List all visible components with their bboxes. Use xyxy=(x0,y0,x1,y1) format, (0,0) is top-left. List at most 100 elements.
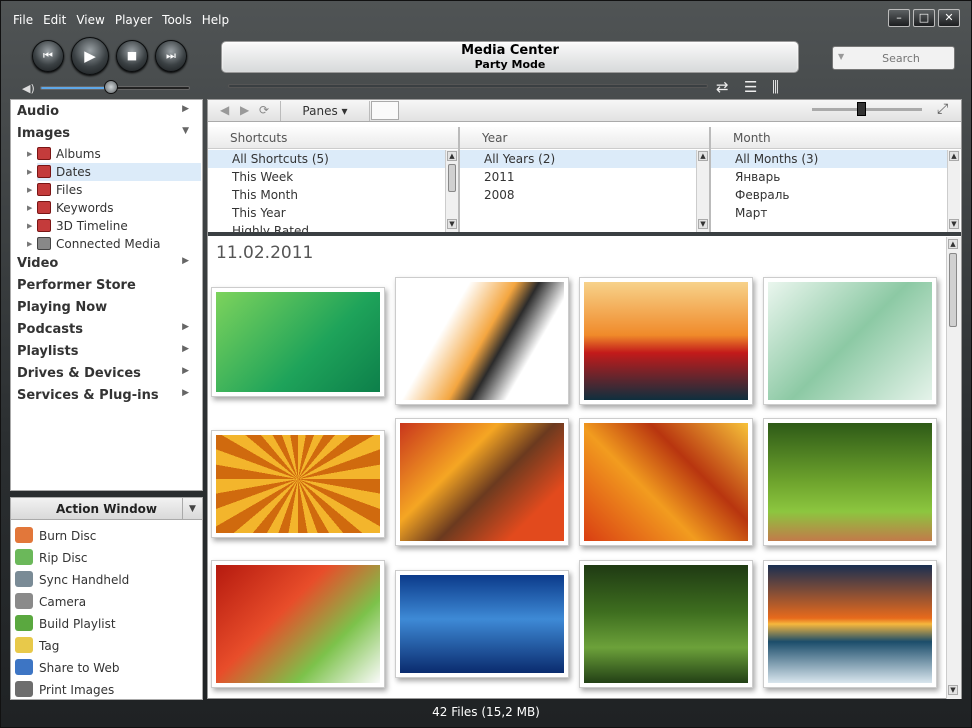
expand-arrow-icon[interactable]: ▶ xyxy=(182,344,189,354)
expand-triangle-icon[interactable]: ▶ xyxy=(27,145,32,163)
pane-header-year[interactable]: Year xyxy=(460,127,710,149)
thumbnail-red-flower[interactable] xyxy=(579,277,753,405)
sidebar-item-files[interactable]: ▶ Files xyxy=(27,181,201,199)
pane-header-shortcuts[interactable]: Shortcuts xyxy=(208,127,459,149)
menu-edit[interactable]: Edit xyxy=(38,10,71,30)
refresh-icon[interactable]: ⟳ xyxy=(259,103,269,117)
list-item[interactable]: Февраль xyxy=(711,186,947,204)
scroll-down-icon[interactable]: ▼ xyxy=(948,685,958,695)
back-arrow-icon[interactable]: ◀ xyxy=(220,103,229,117)
pane-header-month[interactable]: Month xyxy=(711,127,961,149)
speaker-icon[interactable]: ◀) xyxy=(22,82,35,95)
pane-splitter[interactable] xyxy=(208,232,961,236)
thumbnail-sunset-sea[interactable] xyxy=(763,560,937,688)
action-burn-disc[interactable]: Burn Disc xyxy=(15,527,96,545)
expand-arrow-icon[interactable]: ▶ xyxy=(182,256,189,266)
action-share-to-web[interactable]: Share to Web xyxy=(15,659,119,677)
scroll-down-icon[interactable]: ▼ xyxy=(447,219,457,229)
fullscreen-icon[interactable]: ⤢ xyxy=(937,101,948,117)
scroll-up-icon[interactable]: ▲ xyxy=(698,151,708,161)
action-sync-handheld[interactable]: Sync Handheld xyxy=(15,571,129,589)
year-scrollbar[interactable]: ▲ ▼ xyxy=(696,150,709,232)
sidebar-item-drives-devices[interactable]: Drives & Devices ▶ xyxy=(17,366,197,381)
panes-button[interactable]: Panes ▾ xyxy=(280,101,370,121)
sidebar-item-images[interactable]: Images ▼ xyxy=(17,126,197,141)
month-scrollbar[interactable]: ▲ ▼ xyxy=(947,150,960,232)
action-camera[interactable]: Camera xyxy=(15,593,86,611)
list-item[interactable]: All Months (3) xyxy=(711,150,947,168)
sidebar-item-playlists[interactable]: Playlists ▶ xyxy=(17,344,197,359)
search-dropdown-icon[interactable]: ▼ xyxy=(838,52,844,61)
sidebar-item-playing-now[interactable]: Playing Now xyxy=(17,300,197,315)
list-item[interactable]: All Years (2) xyxy=(460,150,696,168)
search-input[interactable] xyxy=(851,50,951,66)
play-button[interactable]: ▶ xyxy=(71,37,109,75)
sidebar-item-albums[interactable]: ▶ Albums xyxy=(27,145,201,163)
sidebar-item-services-plugins[interactable]: Services & Plug-ins ▶ xyxy=(17,388,197,403)
thumbnail-red-maple-branch[interactable] xyxy=(211,560,385,688)
action-print-images[interactable]: Print Images xyxy=(15,681,114,699)
expand-arrow-icon[interactable]: ▶ xyxy=(182,388,189,398)
scroll-down-icon[interactable]: ▼ xyxy=(698,219,708,229)
expand-triangle-icon[interactable]: ▶ xyxy=(27,163,32,181)
scroll-up-icon[interactable]: ▲ xyxy=(447,151,457,161)
expand-triangle-icon[interactable]: ▶ xyxy=(27,217,32,235)
thumbnail-maple-leaves[interactable] xyxy=(579,418,753,546)
thumbnail-blue-lines[interactable] xyxy=(395,570,569,678)
sidebar-item-video[interactable]: Video ▶ xyxy=(17,256,197,271)
scroll-up-icon[interactable]: ▲ xyxy=(949,151,959,161)
minimize-button[interactable]: – xyxy=(888,9,910,27)
menu-tools[interactable]: Tools xyxy=(157,10,197,30)
expand-arrow-icon[interactable]: ▶ xyxy=(182,104,189,114)
list-item[interactable]: This Month xyxy=(208,186,445,204)
shortcuts-scrollbar[interactable]: ▲ ▼ xyxy=(445,150,458,232)
list-item[interactable]: Март xyxy=(711,204,947,222)
sidebar-item-audio[interactable]: Audio ▶ xyxy=(17,104,197,119)
forward-arrow-icon[interactable]: ▶ xyxy=(240,103,249,117)
grid-scrollbar[interactable]: ▲ ▼ xyxy=(946,237,961,699)
action-build-playlist[interactable]: Build Playlist xyxy=(15,615,116,633)
thumbnail-mossy-tree[interactable] xyxy=(579,560,753,688)
sidebar-item-performer-store[interactable]: Performer Store xyxy=(17,278,197,293)
chevron-down-icon[interactable]: ▼ xyxy=(182,498,202,520)
next-track-button[interactable]: ⏭ xyxy=(155,40,187,72)
thumbnail-autumn-leaves-cones[interactable] xyxy=(395,418,569,546)
expand-arrow-icon[interactable]: ▶ xyxy=(182,366,189,376)
list-item[interactable]: This Year xyxy=(208,204,445,222)
sidebar-item-dates[interactable]: ▶ Dates xyxy=(27,163,201,181)
list-item[interactable]: 2011 xyxy=(460,168,696,186)
thumbnail-tree-avenue[interactable] xyxy=(763,418,937,546)
seek-bar[interactable] xyxy=(228,84,708,88)
sidebar-item-podcasts[interactable]: Podcasts ▶ xyxy=(17,322,197,337)
thumbnail-green-waves[interactable] xyxy=(763,277,937,405)
repeat-icon[interactable]: ⇄ xyxy=(716,78,729,96)
volume-knob[interactable] xyxy=(104,80,118,94)
thumbnail-size-knob[interactable] xyxy=(857,102,866,116)
scroll-up-icon[interactable]: ▲ xyxy=(948,239,958,249)
list-item[interactable]: Январь xyxy=(711,168,947,186)
menu-player[interactable]: Player xyxy=(110,10,157,30)
list-item[interactable]: This Week xyxy=(208,168,445,186)
list-item[interactable]: Highly Rated xyxy=(208,222,445,232)
expand-triangle-icon[interactable]: ▶ xyxy=(27,199,32,217)
close-button[interactable]: ✕ xyxy=(938,9,960,27)
thumbnail-green-cartoon[interactable] xyxy=(211,287,385,397)
sidebar-item-3d-timeline[interactable]: ▶ 3D Timeline xyxy=(27,217,201,235)
expand-triangle-icon[interactable]: ▶ xyxy=(27,181,32,199)
stop-button[interactable]: ■ xyxy=(116,40,148,72)
equalizer-icon[interactable]: ⫼ xyxy=(772,78,779,96)
thumbnail-abstract-ink[interactable] xyxy=(395,277,569,405)
scroll-thumb[interactable] xyxy=(448,164,456,192)
list-item[interactable]: All Shortcuts (5) xyxy=(208,150,445,168)
menu-file[interactable]: File xyxy=(8,10,38,30)
thumbnail-size-slider[interactable] xyxy=(812,108,922,111)
search-box[interactable]: ▼ xyxy=(832,46,955,70)
maximize-button[interactable]: □ xyxy=(913,9,935,27)
expand-triangle-icon[interactable]: ▶ xyxy=(27,235,32,253)
menu-view[interactable]: View xyxy=(71,10,109,30)
scroll-down-icon[interactable]: ▼ xyxy=(949,219,959,229)
previous-track-button[interactable]: ⏮ xyxy=(32,40,64,72)
view-tab[interactable] xyxy=(371,101,399,120)
menu-help[interactable]: Help xyxy=(197,10,234,30)
thumbnail-orange-sunburst[interactable] xyxy=(211,430,385,538)
